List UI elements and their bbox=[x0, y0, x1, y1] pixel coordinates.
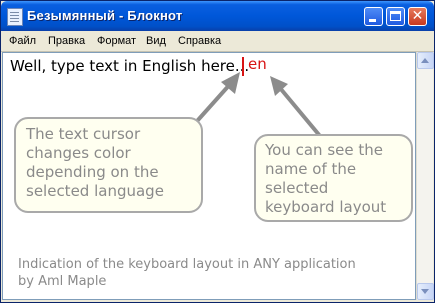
caption: Indication of the keyboard layout in ANY… bbox=[18, 256, 356, 290]
layout-name-callout: You can see the name of the selected key… bbox=[254, 134, 413, 222]
caption-line-2: by Aml Maple bbox=[18, 274, 107, 289]
arrow-to-layout bbox=[270, 76, 322, 138]
arrow-to-cursor bbox=[196, 72, 240, 122]
cursor-color-callout: The text cursor changes color depending … bbox=[14, 117, 203, 213]
caption-line-1: Indication of the keyboard layout in ANY… bbox=[18, 257, 356, 272]
